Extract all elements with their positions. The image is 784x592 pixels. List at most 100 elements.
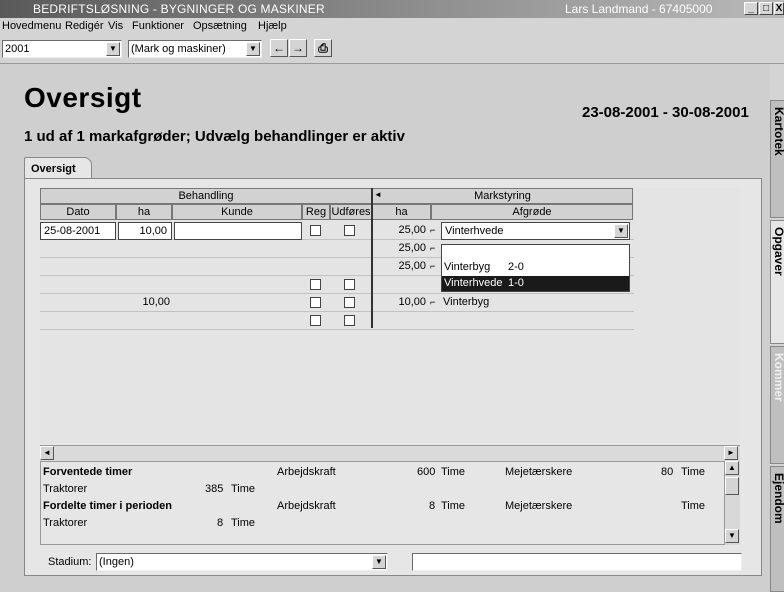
chevron-down-icon[interactable]: ▼ (106, 42, 120, 56)
dropdown-option[interactable] (442, 245, 629, 260)
col-ha-markstyring[interactable]: ha (372, 204, 431, 220)
col-dato[interactable]: Dato (40, 204, 116, 220)
scroll-thumb[interactable] (725, 477, 739, 495)
stadium-select[interactable]: (Ingen) ▼ (96, 553, 388, 571)
reg-checkbox[interactable] (310, 297, 321, 308)
stadium-label: Stadium: (48, 556, 92, 568)
group-markstyring: Markstyring (372, 188, 633, 204)
time-unit: Time (441, 466, 466, 478)
stadium-value: (Ingen) (99, 556, 134, 568)
menu-vis[interactable]: Vis (108, 20, 123, 32)
expected-hours-label: Forventede timer (43, 466, 133, 478)
side-tab-ejendom[interactable]: Ejendom (770, 466, 784, 592)
time-unit: Time (441, 500, 466, 512)
forward-button[interactable]: → (289, 39, 307, 57)
menu-hjaelp[interactable]: Hjælp (258, 20, 287, 32)
chevron-down-icon[interactable]: ▼ (614, 224, 628, 238)
labor-hours: 600 (417, 466, 436, 478)
col-afgrode[interactable]: Afgrøde (431, 204, 633, 220)
menu-bar: Hovedmenu Redigér Vis Funktioner Opsætni… (0, 18, 784, 34)
column-divider[interactable] (371, 188, 373, 328)
side-tab-opgaver[interactable]: Opgaver (770, 220, 784, 344)
year-value: 2001 (5, 43, 30, 55)
time-unit: Time (681, 500, 706, 512)
tab-oversigt[interactable]: Oversigt (24, 157, 92, 179)
allocated-hours-label: Fordelte timer i perioden (43, 500, 172, 512)
col-ha[interactable]: ha (116, 204, 172, 220)
reg-checkbox[interactable] (310, 315, 321, 326)
ha-markstyring-cell: 25,00 (398, 260, 426, 272)
table-row[interactable]: 25-08-2001 10,00 25,00 ⌐ Vinterhvede ▼ (40, 222, 634, 240)
reg-checkbox[interactable] (310, 225, 321, 236)
side-tab-kartotek[interactable]: Kartotek (770, 100, 784, 218)
corner-icon: ⌐ (430, 243, 436, 253)
print-button[interactable]: ⎙ (314, 39, 332, 57)
vertical-scrollbar[interactable]: ▲ ▼ (724, 461, 740, 545)
afgrode-dropdown-list[interactable]: Vinterbyg 2-0 Vinterhvede 1-0 (441, 244, 630, 292)
scroll-left-icon[interactable]: ◄ (40, 446, 54, 460)
ha-cell: 10,00 (142, 296, 170, 308)
labor-label: Arbejdskraft (277, 500, 336, 512)
table-row[interactable]: 10,00 10,00 ⌐ Vinterbyg (40, 294, 634, 312)
page-subtitle: 1 ud af 1 markafgrøder; Udvælg behandlin… (24, 128, 405, 145)
col-reg[interactable]: Reg (302, 204, 330, 220)
col-kunde[interactable]: Kunde (172, 204, 302, 220)
reg-checkbox[interactable] (310, 279, 321, 290)
window-title: BEDRIFTSLØSNING - BYGNINGER OG MASKINER (33, 2, 325, 16)
labor-label: Arbejdskraft (277, 466, 336, 478)
col-udfores[interactable]: Udføres (330, 204, 372, 220)
time-unit: Time (231, 517, 256, 529)
dropdown-option-selected[interactable]: Vinterhvede 1-0 (442, 276, 629, 291)
corner-icon: ⌐ (430, 261, 436, 271)
time-unit: Time (231, 483, 256, 495)
tractors-hours: 385 (205, 483, 224, 495)
menu-hovedmenu[interactable]: Hovedmenu (2, 20, 61, 32)
close-button[interactable]: X (774, 2, 784, 15)
filter-select[interactable]: (Mark og maskiner) ▼ (128, 40, 262, 58)
labor-hours-allocated: 8 (429, 500, 436, 512)
year-select[interactable]: 2001 ▼ (2, 40, 122, 58)
udfores-checkbox[interactable] (344, 315, 355, 326)
date-range: 23-08-2001 - 30-08-2001 (582, 104, 749, 121)
back-button[interactable]: ← (270, 39, 288, 57)
afgrode-cell: Vinterbyg (443, 296, 490, 308)
harvesters-label: Mejetærskere (505, 500, 573, 512)
toolbar: 2001 ▼ (Mark og maskiner) ▼ ← → ⎙ (0, 34, 784, 64)
menu-funktioner[interactable]: Funktioner (132, 20, 184, 32)
horizontal-scrollbar[interactable]: ◄ ► (40, 445, 740, 461)
side-tab-kommer[interactable]: Kommer (770, 346, 784, 464)
chevron-left-icon[interactable]: ◄ (374, 190, 382, 199)
chevron-down-icon[interactable]: ▼ (372, 555, 386, 569)
chevron-down-icon[interactable]: ▼ (246, 42, 260, 56)
scroll-right-icon[interactable]: ► (724, 446, 738, 460)
page-title: Oversigt (24, 82, 142, 113)
scroll-up-icon[interactable]: ▲ (725, 461, 739, 475)
maximize-button[interactable]: □ (759, 2, 773, 15)
ha-markstyring-cell: 25,00 (398, 224, 426, 236)
side-tab-bar: Kartotek Opgaver Kommer Ejendom (770, 64, 784, 592)
hours-summary: Forventede timer Arbejdskraft 600 Time M… (40, 461, 740, 545)
corner-icon: ⌐ (430, 225, 436, 235)
ha-cell[interactable]: 10,00 (118, 222, 172, 240)
time-unit: Time (681, 466, 706, 478)
tractors-label: Traktorer (43, 517, 88, 529)
minimize-button[interactable]: _ (744, 2, 758, 15)
group-behandling: Behandling (40, 188, 372, 204)
dropdown-option[interactable]: Vinterbyg 2-0 (442, 260, 629, 275)
user-label: Lars Landmand - 67405000 (565, 2, 713, 16)
afgrode-select[interactable]: Vinterhvede ▼ (441, 222, 630, 240)
udfores-checkbox[interactable] (344, 279, 355, 290)
scroll-down-icon[interactable]: ▼ (725, 529, 739, 543)
corner-icon: ⌐ (430, 297, 436, 307)
udfores-checkbox[interactable] (344, 225, 355, 236)
kunde-cell[interactable] (174, 222, 302, 240)
dato-cell[interactable]: 25-08-2001 (40, 222, 116, 240)
harvesters-label: Mejetærskere (505, 466, 573, 478)
stadium-text-field[interactable] (412, 553, 742, 571)
menu-rediger[interactable]: Redigér (65, 20, 104, 32)
menu-opsaetning[interactable]: Opsætning (193, 20, 247, 32)
harvesters-hours: 80 (661, 466, 674, 478)
ha-markstyring-cell: 10,00 (398, 296, 426, 308)
udfores-checkbox[interactable] (344, 297, 355, 308)
table-row[interactable] (40, 312, 634, 330)
